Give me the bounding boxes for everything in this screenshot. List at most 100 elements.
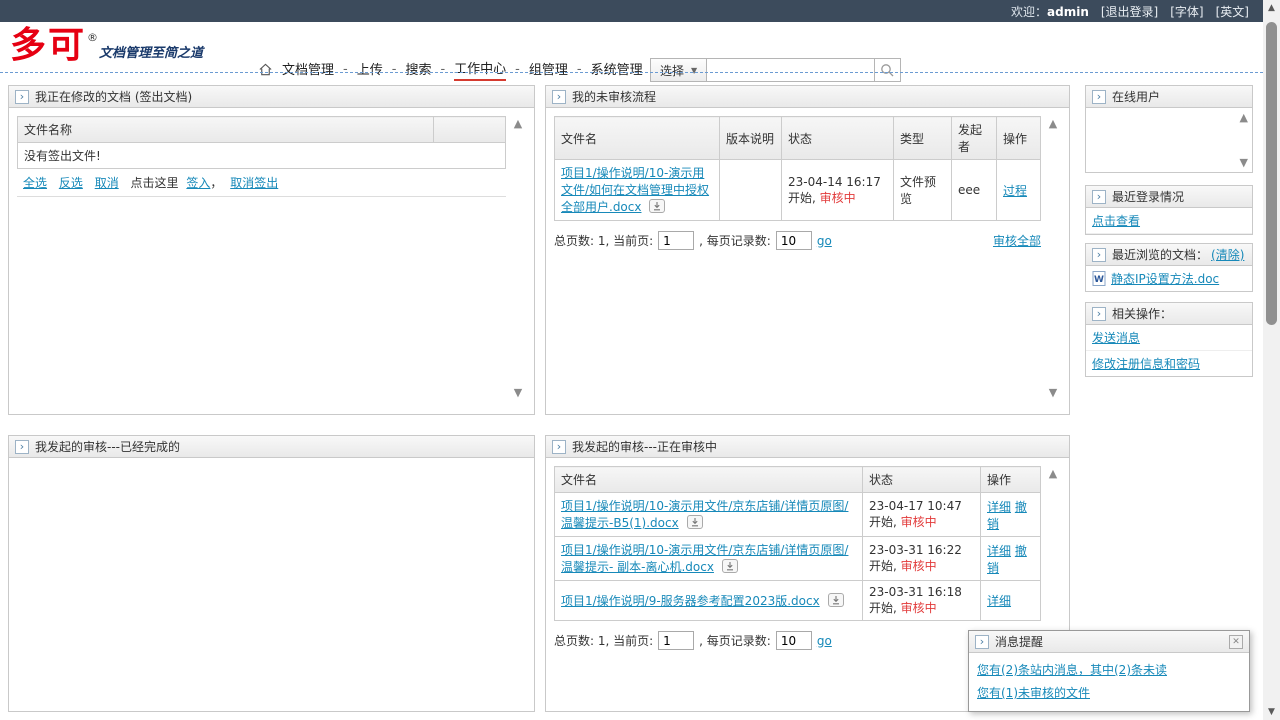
search-scope-label: 选择 [660, 62, 684, 79]
table-row: 项目1/操作说明/9-服务器参考配置2023版.docx 23-03-31 16… [555, 581, 1041, 621]
detail-link[interactable]: 详细 [987, 500, 1011, 514]
page-size-input[interactable] [776, 231, 812, 250]
word-doc-icon: W [1092, 271, 1106, 286]
download-icon[interactable] [722, 559, 738, 576]
collapse-chevron-icon[interactable]: › [1092, 190, 1106, 204]
current-page-input[interactable] [658, 231, 694, 250]
cancel-checkout-link[interactable]: 取消签出 [230, 176, 278, 190]
panel-my-reviews-header: › 我发起的审核---正在审核中 [546, 436, 1069, 458]
column-header: 操作 [997, 117, 1041, 160]
process-link[interactable]: 过程 [1003, 184, 1027, 198]
file-link[interactable]: 项目1/操作说明/10-演示用文件/京东店铺/详情页原图/温馨提示-B5(1).… [561, 499, 848, 530]
view-logins-link[interactable]: 点击查看 [1092, 214, 1140, 228]
nav-separator: - [577, 62, 582, 77]
nav-doc-management[interactable]: 文档管理 [282, 59, 334, 80]
logout-link[interactable]: [退出登录] [1101, 3, 1158, 20]
go-link[interactable]: go [817, 634, 832, 648]
nav-work-center[interactable]: 工作中心 [454, 58, 506, 81]
status-cell: 23-03-31 16:22 开始, 审核中 [863, 537, 981, 581]
top-bar: 欢迎：admin [退出登录] [字体] [英文] [0, 0, 1263, 22]
message-popup: › 消息提醒 ✕ 您有(2)条站内消息，其中(2)条未读 您有(1)未审核的文件 [968, 630, 1250, 712]
column-header: 文件名 [555, 117, 720, 160]
nav-group-management[interactable]: 组管理 [529, 59, 568, 80]
nav-search[interactable]: 搜索 [405, 59, 431, 80]
panel-recent-docs-header: › 最近浏览的文档： (清除) [1086, 244, 1252, 266]
font-link[interactable]: [字体] [1170, 3, 1203, 20]
nav-upload[interactable]: 上传 [357, 59, 383, 80]
panel-title: 我发起的审核---已经完成的 [35, 438, 180, 455]
file-link[interactable]: 项目1/操作说明/10-演示用文件/如何在文档管理中授权全部用户.docx [561, 166, 709, 214]
go-link[interactable]: go [817, 234, 832, 248]
panel-online-header: › 在线用户 [1086, 86, 1252, 108]
scroll-up-icon[interactable]: ▲ [1240, 112, 1248, 123]
recent-doc-item: W 静态IP设置方法.doc [1086, 266, 1252, 291]
vertical-scrollbar[interactable]: ▲ ▼ [1263, 0, 1280, 720]
current-page-input[interactable] [658, 631, 694, 650]
popup-header[interactable]: › 消息提醒 ✕ [969, 631, 1249, 653]
column-header-blank [433, 117, 505, 143]
popup-body: 您有(2)条站内消息，其中(2)条未读 您有(1)未审核的文件 [969, 653, 1249, 711]
scroll-down-icon[interactable]: ▼ [1049, 387, 1057, 398]
column-header: 状态 [782, 117, 894, 160]
table-row: 项目1/操作说明/10-演示用文件/京东店铺/详情页原图/温馨提示- 副本-离心… [555, 537, 1041, 581]
close-icon[interactable]: ✕ [1229, 635, 1243, 649]
panel-checkout-body: 文件名称 没有签出文件! 全选 反选 取消 点击这里 签入， 取消签出 ▲ ▼ [9, 108, 534, 408]
brand-logo: 多可® 文档管理至简之道 [10, 26, 203, 64]
scroll-down-icon[interactable]: ▼ [1240, 157, 1248, 168]
pager-label: , 每页记录数: [699, 632, 771, 649]
page-size-input[interactable] [776, 631, 812, 650]
scroll-up-icon[interactable]: ▲ [1049, 468, 1057, 479]
cancel-link[interactable]: 取消 [95, 176, 119, 190]
send-message-link[interactable]: 发送消息 [1092, 331, 1140, 345]
panel-pending-header: › 我的未审核流程 [546, 86, 1069, 108]
review-all-link[interactable]: 审核全部 [993, 232, 1041, 249]
file-link[interactable]: 项目1/操作说明/10-演示用文件/京东店铺/详情页原图/温馨提示- 副本-离心… [561, 543, 848, 574]
chevron-down-icon: ▼ [691, 66, 697, 75]
table-row: 项目1/操作说明/10-演示用文件/京东店铺/详情页原图/温馨提示-B5(1).… [555, 493, 1041, 537]
scroll-down-icon[interactable]: ▼ [514, 387, 522, 398]
checkin-link[interactable]: 签入 [186, 176, 210, 190]
search-button[interactable] [875, 58, 901, 82]
search-input[interactable] [707, 58, 875, 82]
site-messages-link[interactable]: 您有(2)条站内消息，其中(2)条未读 [977, 661, 1241, 678]
collapse-chevron-icon[interactable]: › [15, 90, 29, 104]
collapse-chevron-icon[interactable]: › [975, 635, 989, 649]
collapse-chevron-icon[interactable]: › [1092, 248, 1106, 262]
select-all-link[interactable]: 全选 [23, 176, 47, 190]
search-scope-select[interactable]: 选择 ▼ [650, 58, 707, 82]
panel-title: 我正在修改的文档 (签出文档) [35, 88, 192, 105]
download-icon[interactable] [687, 515, 703, 532]
file-link[interactable]: 项目1/操作说明/9-服务器参考配置2023版.docx [561, 594, 820, 608]
panel-title: 在线用户 [1112, 88, 1160, 105]
collapse-chevron-icon[interactable]: › [15, 440, 29, 454]
unreviewed-files-link[interactable]: 您有(1)未审核的文件 [977, 684, 1241, 701]
panel-related-ops-header: › 相关操作： [1086, 303, 1252, 325]
modify-profile-link[interactable]: 修改注册信息和密码 [1092, 357, 1200, 371]
nav-system-management[interactable]: 系统管理 [591, 59, 643, 80]
collapse-chevron-icon[interactable]: › [552, 440, 566, 454]
panel-title: 相关操作： [1112, 305, 1172, 322]
home-icon[interactable] [258, 62, 273, 77]
invert-select-link[interactable]: 反选 [59, 176, 83, 190]
download-icon[interactable] [649, 199, 665, 216]
clear-recent-link[interactable]: (清除) [1211, 246, 1244, 263]
column-header: 状态 [863, 467, 981, 493]
panel-recent-docs: › 最近浏览的文档： (清除) W 静态IP设置方法.doc [1085, 243, 1253, 292]
recent-doc-link[interactable]: 静态IP设置方法.doc [1111, 270, 1219, 287]
language-link[interactable]: [英文] [1216, 3, 1249, 20]
detail-link[interactable]: 详细 [987, 544, 1011, 558]
scrollbar-down-icon[interactable]: ▼ [1263, 704, 1280, 720]
comma-text: ， [210, 176, 222, 190]
scrollbar-up-icon[interactable]: ▲ [1263, 0, 1280, 16]
download-icon[interactable] [828, 593, 844, 610]
scroll-up-icon[interactable]: ▲ [1049, 118, 1057, 129]
collapse-chevron-icon[interactable]: › [1092, 307, 1106, 321]
scroll-up-icon[interactable]: ▲ [514, 118, 522, 129]
detail-link[interactable]: 详细 [987, 594, 1011, 608]
collapse-chevron-icon[interactable]: › [552, 90, 566, 104]
scrollbar-thumb[interactable] [1266, 22, 1277, 325]
column-header: 操作 [981, 467, 1041, 493]
collapse-chevron-icon[interactable]: › [1092, 90, 1106, 104]
panel-recent-logins-header: › 最近登录情况 [1086, 186, 1252, 208]
username: admin [1047, 5, 1089, 19]
